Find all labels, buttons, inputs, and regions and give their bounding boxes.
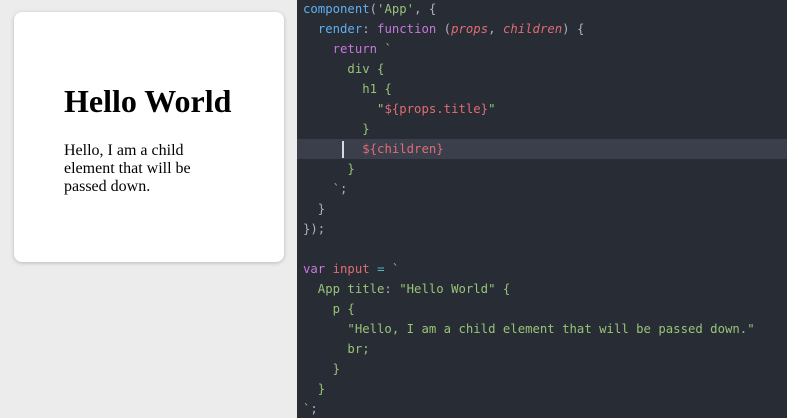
code-line[interactable]: return ` xyxy=(297,39,787,59)
code-token: } xyxy=(303,362,341,376)
code-text: } xyxy=(303,199,325,219)
code-token: children xyxy=(502,22,563,36)
code-token: function xyxy=(377,22,437,36)
code-line[interactable]: component('App', { xyxy=(297,0,787,19)
code-line[interactable]: App title: "Hello World" { xyxy=(297,279,787,299)
preview-pane: Hello World Hello, I am a child element … xyxy=(0,0,297,418)
code-text: } xyxy=(303,359,340,379)
code-token: " xyxy=(303,102,385,116)
code-text: p { xyxy=(303,299,355,319)
code-line[interactable]: "${props.title}" xyxy=(297,99,787,119)
code-token: ; xyxy=(340,182,348,196)
code-token: ; xyxy=(310,402,318,416)
code-token: h1 { xyxy=(303,82,392,96)
code-token: ${children} xyxy=(362,142,444,156)
code-token: component xyxy=(303,2,370,16)
code-text: } xyxy=(303,379,325,399)
code-token: } xyxy=(303,162,355,176)
code-token: ( xyxy=(369,2,378,16)
code-line[interactable]: `; xyxy=(297,179,787,199)
code-text: var input = ` xyxy=(303,259,399,279)
code-line[interactable]: h1 { xyxy=(297,79,787,99)
code-text: App title: "Hello World" { xyxy=(303,279,511,299)
code-text: ${children} xyxy=(303,139,444,159)
code-line[interactable]: "Hello, I am a child element that will b… xyxy=(297,319,787,339)
app-card: Hello World Hello, I am a child element … xyxy=(14,12,284,262)
text-cursor xyxy=(342,141,344,158)
code-token: props xyxy=(451,22,489,36)
code-text: } xyxy=(303,159,355,179)
code-text: return ` xyxy=(303,39,392,59)
code-token: App title: "Hello World" { xyxy=(303,282,511,296)
code-token: br; xyxy=(303,342,370,356)
code-token: return xyxy=(332,42,378,56)
code-editor[interactable]: component('App', { render: function (pro… xyxy=(297,0,787,418)
code-token: ` xyxy=(391,262,400,276)
code-text: `; xyxy=(303,399,318,418)
code-line[interactable]: render: function (props, children) { xyxy=(297,19,787,39)
code-token: } xyxy=(303,382,326,396)
code-token: }); xyxy=(303,222,326,236)
code-token: div { xyxy=(303,62,385,76)
hello-heading: Hello World xyxy=(64,83,232,119)
code-token: input xyxy=(332,262,370,276)
code-token: , { xyxy=(414,2,437,16)
code-token: ` xyxy=(384,42,392,56)
code-line[interactable]: br; xyxy=(297,339,787,359)
code-line[interactable]: } xyxy=(297,159,787,179)
code-line[interactable]: var input = ` xyxy=(297,259,787,279)
code-line[interactable]: } xyxy=(297,359,787,379)
code-token: render xyxy=(317,22,363,36)
code-token: ( xyxy=(436,22,452,36)
code-token: " xyxy=(488,102,496,116)
code-line[interactable]: div { xyxy=(297,59,787,79)
code-line-active[interactable]: ${children} xyxy=(297,139,787,159)
code-text: h1 { xyxy=(303,79,392,99)
code-line[interactable]: } xyxy=(297,199,787,219)
code-line[interactable]: `; xyxy=(297,399,787,418)
code-token: , xyxy=(488,22,503,36)
code-text: }); xyxy=(303,219,325,239)
code-token: } xyxy=(303,122,370,136)
child-paragraph: Hello, I am a child element that will be… xyxy=(64,142,191,195)
code-text: "${props.title}" xyxy=(303,99,496,119)
code-text: render: function (props, children) { xyxy=(303,19,585,39)
code-text: "Hello, I am a child element that will b… xyxy=(303,319,755,339)
code-line[interactable]: } xyxy=(297,379,787,399)
code-text: component('App', { xyxy=(303,0,436,19)
code-text: div { xyxy=(303,59,384,79)
code-text: `; xyxy=(303,179,348,199)
code-token: : xyxy=(362,22,378,36)
code-text: } xyxy=(303,119,370,139)
code-token: } xyxy=(303,202,326,216)
code-token: 'App' xyxy=(377,2,415,16)
code-line[interactable]: }); xyxy=(297,219,787,239)
code-token: var xyxy=(303,262,326,276)
code-line[interactable]: } xyxy=(297,119,787,139)
code-text: br; xyxy=(303,339,370,359)
code-line[interactable]: p { xyxy=(297,299,787,319)
code-token: p { xyxy=(303,302,355,316)
code-token: ) { xyxy=(562,22,585,36)
code-token: ` xyxy=(332,182,341,196)
code-line[interactable] xyxy=(297,239,787,259)
code-token: ${props.title} xyxy=(384,102,489,116)
code-token: "Hello, I am a child element that will b… xyxy=(303,322,755,336)
